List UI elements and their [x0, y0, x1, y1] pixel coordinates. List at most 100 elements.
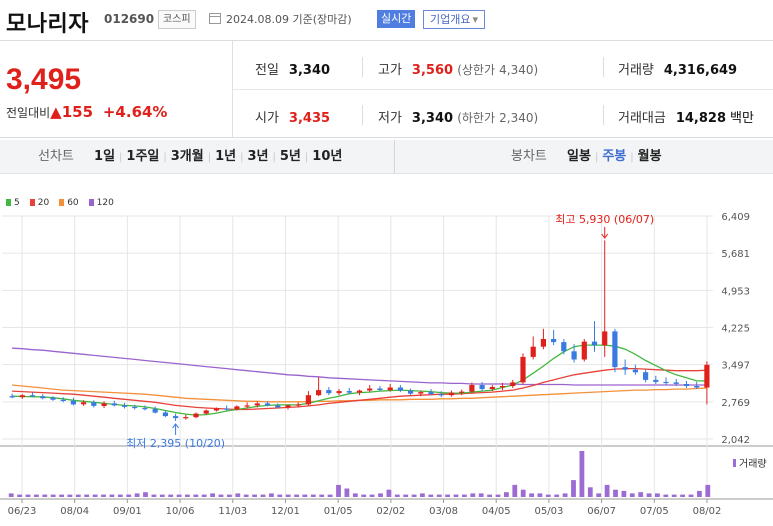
candle-body [377, 388, 383, 390]
volume-bar [688, 494, 694, 497]
volume-bar [25, 494, 31, 497]
candle-body [29, 395, 36, 397]
candle-body [489, 387, 495, 389]
candle-body [101, 403, 107, 406]
candle-body [387, 387, 393, 391]
high-value: 3,560 [411, 63, 454, 78]
candle-body [70, 400, 76, 405]
volume-bar [201, 494, 207, 497]
volume-bar [159, 494, 165, 497]
volume-bar [436, 494, 442, 497]
volume-bar [512, 484, 518, 497]
candle-body [612, 331, 618, 368]
volume-bar [428, 494, 434, 497]
line-period-tab[interactable]: 1주일 [122, 149, 163, 164]
candle-body [50, 397, 56, 400]
volume-bar [34, 494, 39, 497]
high-label: 고가 [378, 63, 402, 78]
volume-bar [386, 489, 392, 497]
candle-body [510, 382, 516, 386]
amount-label: 거래대금 [618, 111, 666, 126]
volume-bar [705, 484, 711, 497]
volume-bar [411, 494, 417, 497]
line-period-tab[interactable]: 3년 [244, 149, 273, 164]
candle-period-tab[interactable]: 주봉 [598, 149, 630, 164]
candle-body [530, 346, 536, 357]
y-tick-label: 4,225 [721, 324, 750, 335]
volume-bar [621, 490, 627, 497]
candle-body [571, 351, 577, 360]
tab-separator: | [240, 152, 244, 163]
candle-body [561, 342, 567, 352]
low-annotation: 최저 2,395 (10/20) [126, 437, 225, 450]
lower-limit-value: 2,340) [499, 111, 539, 125]
volume-bar [17, 494, 22, 497]
x-tick-label: 10/06 [166, 506, 195, 517]
candle-body [673, 382, 679, 384]
candle-body [683, 384, 690, 386]
price-chart: 6,409 5,681 4,953 4,225 3,497 2,769 2,042 06/23… [0, 212, 773, 517]
candle-body [91, 402, 97, 406]
candle-period-tab[interactable]: 일봉 [563, 149, 595, 164]
y-tick-label: 2,042 [721, 435, 750, 446]
volume-bar [42, 494, 48, 497]
volume-bar [420, 493, 425, 497]
volume-bar [462, 494, 467, 497]
volume-bar [302, 494, 308, 497]
prev-close-value: 3,340 [288, 63, 331, 78]
candle-body [479, 385, 485, 390]
candle-period-tab[interactable]: 월봉 [634, 149, 666, 164]
lower-limit-label: (하한가 [457, 111, 495, 125]
volume-bar [327, 494, 333, 497]
volume-bar [697, 490, 702, 497]
candle-body [367, 388, 373, 391]
line-period-tab[interactable]: 1년 [211, 149, 240, 164]
x-tick-label: 07/05 [640, 506, 669, 517]
volume-bar [134, 493, 140, 497]
x-tick-label: 01/05 [324, 506, 353, 517]
volume-bar [613, 489, 618, 497]
x-tick-label: 03/08 [429, 506, 458, 517]
volume-bar [378, 493, 383, 497]
change-percent: +4.64% [102, 103, 168, 121]
realtime-button[interactable]: 실시간 [377, 10, 416, 28]
volume-bar [185, 494, 190, 497]
x-tick-label: 05/03 [535, 506, 564, 517]
volume-bar [168, 494, 174, 497]
candle-body [663, 381, 669, 384]
prev-close: 전일 3,340 [255, 59, 330, 78]
company-overview-button[interactable]: 기업개요 ▾ [423, 10, 486, 29]
volume-bar [285, 494, 291, 497]
x-tick-label: 11/03 [218, 506, 247, 517]
amount-unit: 백만 [730, 111, 754, 126]
volume-bar [8, 493, 14, 497]
price-change: 전일대비▲155 +4.64% [6, 103, 167, 121]
y-tick-label: 3,497 [721, 361, 750, 372]
candle-body [581, 341, 587, 360]
candle-body [346, 391, 352, 393]
line-period-tab[interactable]: 3개월 [167, 149, 208, 164]
volume-bar [495, 494, 501, 497]
volume-bar [260, 494, 266, 497]
candle-body [551, 339, 557, 343]
quote-date: 2024.08.09 기준(장마감) [226, 11, 352, 27]
candle-body [162, 412, 168, 417]
volume-bar [277, 494, 283, 497]
volume-bar [571, 480, 576, 497]
line-period-tab[interactable]: 10년 [308, 149, 346, 164]
open-price: 시가 3,435 [255, 107, 330, 126]
x-tick-label: 08/04 [60, 506, 89, 517]
low-price: 저가 3,340 (하한가 2,340) [378, 107, 538, 126]
candle-body [132, 406, 138, 409]
volume-bar [655, 493, 660, 497]
line-period-tab[interactable]: 5년 [276, 149, 305, 164]
line-period-tab[interactable]: 1일 [90, 149, 119, 164]
x-tick-label: 08/02 [693, 506, 722, 517]
volume-bar [470, 493, 476, 497]
line-chart-label: 선차트 [38, 149, 74, 164]
high-annotation: 최고 5,930 (06/07) [555, 213, 654, 226]
volume-bar [394, 494, 400, 497]
upper-limit-value: 4,340) [499, 63, 539, 77]
change-value: 155 [61, 103, 94, 121]
candle-body [275, 405, 281, 408]
